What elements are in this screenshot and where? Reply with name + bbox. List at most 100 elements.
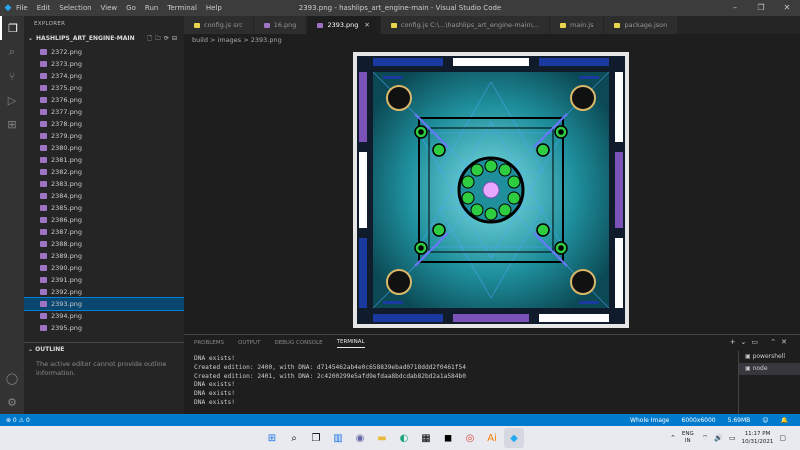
- file-item[interactable]: 2372.png: [24, 46, 184, 58]
- terminal-instance[interactable]: ▣ powershell: [739, 351, 800, 363]
- panel-toolbar[interactable]: +⌄▭ ⌃✕: [730, 338, 792, 346]
- run-debug-icon[interactable]: ▷: [0, 88, 24, 112]
- source-control-icon[interactable]: ⑂: [0, 64, 24, 88]
- store-icon[interactable]: ▦: [416, 428, 436, 448]
- maximize-button[interactable]: ❐: [748, 0, 774, 16]
- problems-status[interactable]: ⊗ 0 ⚠ 0: [0, 417, 30, 424]
- editor-tab[interactable]: 16.png: [253, 16, 308, 34]
- file-item[interactable]: 2379.png: [24, 130, 184, 142]
- tab-label: config.js C:\...\hashlips_art_engine-mai…: [400, 21, 539, 29]
- file-list: 2372.png 2373.png 2374.png 2375.png 2376.png…: [24, 46, 184, 336]
- file-item[interactable]: 2394.png: [24, 310, 184, 322]
- file-item[interactable]: 2389.png: [24, 250, 184, 262]
- project-folder[interactable]: ⌄ HASHLIPS_ART_ENGINE-MAIN 🗋🗀⟳⊟: [24, 32, 184, 46]
- whole-image-status[interactable]: Whole Image: [630, 417, 669, 424]
- notification-icon[interactable]: ▢: [779, 434, 786, 442]
- bell-icon[interactable]: 🔔: [781, 417, 788, 424]
- file-item[interactable]: 2374.png: [24, 70, 184, 82]
- terminal-line: DNA exists!: [194, 398, 235, 406]
- file-item[interactable]: 2378.png: [24, 118, 184, 130]
- illustrator-icon[interactable]: Ai: [482, 428, 502, 448]
- file-item[interactable]: 2388.png: [24, 238, 184, 250]
- file-item[interactable]: 2383.png: [24, 178, 184, 190]
- volume-icon[interactable]: 🔊: [714, 434, 723, 442]
- search-icon[interactable]: ⌕: [284, 428, 304, 448]
- editor-tab[interactable]: config.js C:\...\hashlips_art_engine-mai…: [380, 16, 550, 34]
- feedback-icon[interactable]: ☺: [762, 417, 768, 424]
- editor-tab[interactable]: 2393.png ✕: [307, 16, 381, 34]
- file-item[interactable]: 2385.png: [24, 202, 184, 214]
- file-type-icon: [194, 22, 200, 28]
- widgets-icon[interactable]: ▥: [328, 428, 348, 448]
- file-name: 2379.png: [51, 132, 82, 140]
- file-name: 2378.png: [51, 120, 82, 128]
- editor-tab[interactable]: config.js src: [184, 16, 254, 34]
- file-item[interactable]: 2382.png: [24, 166, 184, 178]
- file-item[interactable]: 2384.png: [24, 190, 184, 202]
- explorer-toolbar[interactable]: 🗋🗀⟳⊟: [147, 32, 180, 46]
- file-name: 2389.png: [51, 252, 82, 260]
- image-file-icon: [40, 181, 47, 187]
- file-item[interactable]: 2387.png: [24, 226, 184, 238]
- menu-selection[interactable]: Selection: [59, 4, 91, 12]
- terminal-instance[interactable]: ▣ node: [739, 363, 800, 375]
- file-name: 2395.png: [51, 324, 82, 332]
- close-button[interactable]: ✕: [774, 0, 800, 16]
- gear-icon[interactable]: ⚙: [0, 390, 24, 414]
- start-icon[interactable]: ⊞: [262, 428, 282, 448]
- panel-tab-terminal[interactable]: TERMINAL: [336, 339, 365, 348]
- file-item[interactable]: 2391.png: [24, 274, 184, 286]
- file-item[interactable]: 2375.png: [24, 82, 184, 94]
- file-item[interactable]: 2393.png: [24, 297, 184, 311]
- menu-go[interactable]: Go: [126, 4, 136, 12]
- task-view-icon[interactable]: ❐: [306, 428, 326, 448]
- vscode-taskbar-icon[interactable]: ◆: [504, 428, 524, 448]
- clock[interactable]: 11:17 PM 10/31/2021: [742, 430, 774, 446]
- language-indicator[interactable]: ENG IN: [682, 431, 694, 445]
- account-icon[interactable]: ◯: [0, 366, 24, 390]
- extensions-icon[interactable]: ⊞: [0, 112, 24, 136]
- terminal-output[interactable]: DNA exists! Created edition: 2400, with D…: [194, 355, 466, 408]
- edge-icon[interactable]: ◐: [394, 428, 414, 448]
- minimize-button[interactable]: –: [722, 0, 748, 16]
- file-item[interactable]: 2377.png: [24, 106, 184, 118]
- file-item[interactable]: 2380.png: [24, 142, 184, 154]
- file-item[interactable]: 2395.png: [24, 322, 184, 334]
- menu-file[interactable]: File: [16, 4, 28, 12]
- file-item[interactable]: 2373.png: [24, 58, 184, 70]
- menu-help[interactable]: Help: [206, 4, 222, 12]
- chevron-up-icon[interactable]: ⌃: [670, 434, 676, 442]
- tab-label: 2393.png: [327, 21, 359, 29]
- file-explorer-icon[interactable]: ▬: [372, 428, 392, 448]
- panel-tab-output[interactable]: OUTPUT: [238, 340, 260, 346]
- menu-view[interactable]: View: [101, 4, 118, 12]
- outline-message: The active editor cannot provide outline…: [36, 360, 167, 377]
- outline-header[interactable]: ⌄ OUTLINE: [24, 342, 184, 356]
- file-item[interactable]: 2392.png: [24, 286, 184, 298]
- close-tab-icon[interactable]: ✕: [364, 21, 369, 29]
- image-file-icon: [40, 265, 47, 271]
- title-bar: ◆ File Edit Selection View Go Run Terminal Help…: [0, 0, 800, 16]
- editor-tab[interactable]: package.json: [604, 16, 679, 34]
- menu-edit[interactable]: Edit: [37, 4, 51, 12]
- file-item[interactable]: 2386.png: [24, 214, 184, 226]
- search-icon[interactable]: ⌕: [0, 40, 24, 64]
- image-file-icon: [40, 109, 47, 115]
- file-item[interactable]: 2396.png: [24, 334, 184, 336]
- wifi-icon[interactable]: ⌔: [702, 434, 709, 443]
- panel-tab-debug-console[interactable]: DEBUG CONSOLE: [274, 340, 322, 346]
- file-name: 2392.png: [51, 288, 82, 296]
- chrome-icon[interactable]: ◎: [460, 428, 480, 448]
- panel-tab-problems[interactable]: PROBLEMS: [194, 340, 224, 346]
- editor-tab[interactable]: main.js: [549, 16, 605, 34]
- file-item[interactable]: 2381.png: [24, 154, 184, 166]
- app-icon[interactable]: ◼: [438, 428, 458, 448]
- file-size-status: 5.69MB: [727, 416, 751, 424]
- file-item[interactable]: 2376.png: [24, 94, 184, 106]
- file-item[interactable]: 2390.png: [24, 262, 184, 274]
- battery-icon[interactable]: ▭: [729, 434, 736, 442]
- explorer-icon[interactable]: ❐: [0, 16, 24, 40]
- chat-icon[interactable]: ◉: [350, 428, 370, 448]
- menu-terminal[interactable]: Terminal: [167, 4, 197, 12]
- menu-run[interactable]: Run: [145, 4, 158, 12]
